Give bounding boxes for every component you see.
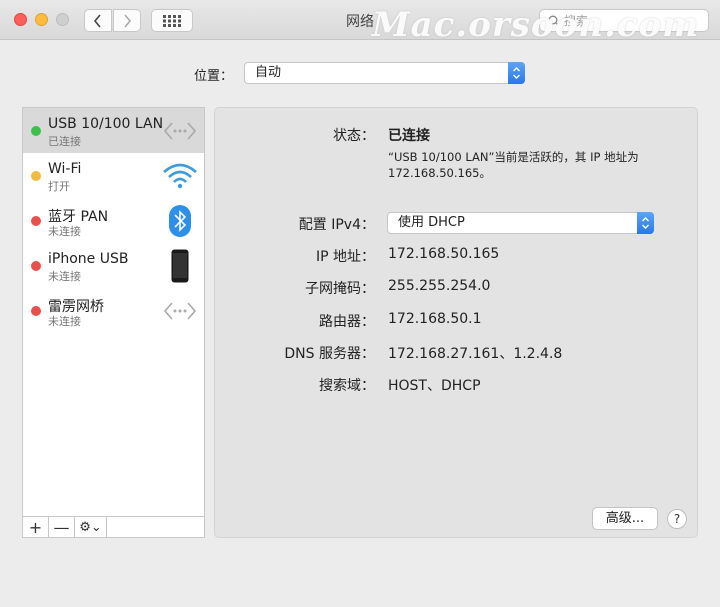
thunderbolt-bridge-icon [162,294,198,328]
status-description: “USB 10/100 LAN”当前是活跃的，其 IP 地址为 172.168.… [388,149,678,181]
watermark-text: Mac.orsoon.com [372,5,700,45]
status-label: 状态： [333,128,375,144]
status-value: 已连接 [388,128,430,144]
status-dot [31,261,41,271]
status-description-line: “USB 10/100 LAN”当前是活跃的，其 IP 地址为 [388,150,639,164]
search-domain-value: HOST、DHCP [388,378,481,394]
service-status: 未连接 [48,225,81,238]
service-list-toolbar: + — ⚙⌄ [22,516,205,538]
service-item-thunderbolt-bridge[interactable]: 雷雳网桥 未连接 [23,288,204,333]
location-select[interactable]: 自动 [244,62,525,84]
location-label: 位置： [194,69,234,84]
iphone-icon [162,249,198,283]
ethernet-icon [162,114,198,148]
service-name: iPhone USB [48,251,129,267]
advanced-button[interactable]: 高级... [592,507,658,530]
service-list: USB 10/100 LAN 已连接 Wi-Fi 打开 蓝牙 PAN 未连接 i… [22,107,205,517]
dns-server-label: DNS 服务器： [284,346,375,362]
status-dot [31,171,41,181]
service-name: Wi-Fi [48,161,82,177]
ip-address-label: IP 地址： [315,249,375,265]
gear-menu-button[interactable]: ⚙⌄ [75,517,107,537]
subnet-mask-label: 子网掩码： [305,281,375,297]
subnet-mask-value: 255.255.254.0 [388,278,491,294]
gear-icon: ⚙⌄ [79,519,102,535]
service-status: 未连接 [48,270,81,283]
select-stepper-icon [508,62,525,84]
service-status: 已连接 [48,135,81,148]
service-item-usb-lan[interactable]: USB 10/100 LAN 已连接 [23,108,204,153]
add-service-button[interactable]: + [23,517,49,537]
dns-server-value: 172.168.27.161、1.2.4.8 [388,346,563,362]
help-button[interactable]: ? [667,509,687,529]
wifi-icon [162,159,198,193]
status-dot [31,126,41,136]
config-ipv4-value: 使用 DHCP [398,215,465,230]
service-item-wifi[interactable]: Wi-Fi 打开 [23,153,204,198]
select-stepper-icon [637,212,654,234]
status-dot [31,216,41,226]
title-bar: 网络 搜索 Mac.orsoon.com [0,0,720,45]
service-status: 未连接 [48,315,81,328]
router-label: 路由器： [319,314,375,330]
ip-address-value: 172.168.50.165 [388,246,500,262]
config-ipv4-select[interactable]: 使用 DHCP [387,212,654,234]
config-ipv4-label: 配置 IPv4： [298,217,375,233]
service-item-bluetooth-pan[interactable]: 蓝牙 PAN 未连接 [23,198,204,243]
service-status: 打开 [48,180,70,193]
bluetooth-icon [162,204,198,238]
service-item-iphone-usb[interactable]: iPhone USB 未连接 [23,243,204,288]
detail-panel: 状态： 已连接 “USB 10/100 LAN”当前是活跃的，其 IP 地址为 … [214,107,698,538]
status-description-line: 172.168.50.165。 [388,166,491,180]
location-value: 自动 [255,65,282,80]
remove-service-button[interactable]: — [49,517,75,537]
search-domain-label: 搜索域： [319,378,375,394]
router-value: 172.168.50.1 [388,311,482,327]
status-dot [31,306,41,316]
service-name: USB 10/100 LAN [48,116,164,132]
